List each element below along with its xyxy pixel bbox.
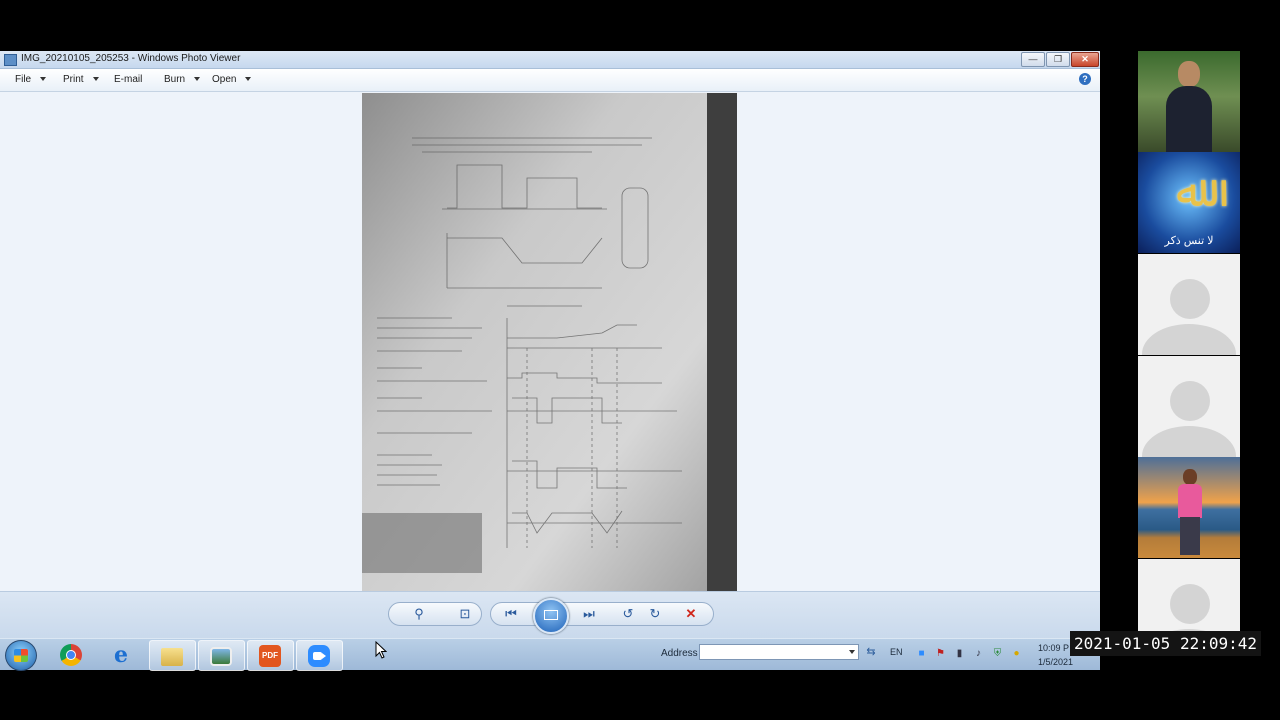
photo-viewer-taskbar-icon (210, 647, 232, 666)
chevron-down-icon (194, 77, 201, 82)
viewer-toolbar: ⚲ ⊡ ⏮ ⏭ ↺ ↻ ✕ (0, 591, 1100, 639)
zoom-tray-icon[interactable]: ■ (916, 648, 927, 659)
pdf-icon: PDF (259, 645, 281, 667)
internet-explorer-icon: e (114, 642, 128, 668)
participant-image-2[interactable]: ﷲ لا تنس ذكر (1138, 152, 1240, 253)
rotate-clockwise-icon[interactable]: ↻ (646, 606, 664, 621)
help-icon[interactable]: ? (1079, 73, 1091, 85)
action-center-icon[interactable]: ⚑ (935, 648, 946, 659)
avatar-placeholder-icon (1170, 279, 1210, 319)
participant-placeholder-6[interactable] (1138, 559, 1240, 631)
restore-button[interactable]: ❐ (1046, 52, 1070, 67)
avatar-placeholder-icon (1170, 381, 1210, 421)
delete-icon[interactable]: ✕ (682, 606, 700, 621)
mouse-cursor-icon (375, 641, 387, 659)
windows-logo-icon (14, 649, 28, 662)
menu-open-label: Open (212, 74, 237, 85)
menu-print-label: Print (63, 74, 84, 85)
chevron-down-icon[interactable] (849, 650, 855, 654)
language-indicator[interactable]: EN (890, 647, 903, 657)
chevron-down-icon (40, 77, 47, 82)
handwritten-page-image (362, 93, 737, 591)
address-label: Address (661, 648, 698, 659)
photo-viewer-icon (4, 54, 17, 66)
zoom-app-icon (308, 645, 330, 667)
participant-face (1178, 61, 1200, 87)
participant-body (1166, 86, 1212, 152)
security-icon[interactable]: ⛨ (992, 648, 1003, 659)
window-title: IMG_20210105_205253 - Windows Photo View… (21, 53, 241, 64)
actual-size-icon[interactable]: ⊡ (456, 606, 474, 621)
menu-file[interactable]: File (15, 74, 47, 85)
go-arrows-icon[interactable]: ⇆ (864, 645, 878, 659)
participant-legs (1180, 517, 1200, 555)
menu-open[interactable]: Open (212, 74, 252, 85)
menu-file-label: File (15, 74, 32, 85)
menu-bar: File Print E-mail Burn Open ? (0, 69, 1100, 92)
previous-icon[interactable]: ⏮ (502, 606, 520, 621)
avatar-placeholder-body (1142, 426, 1236, 457)
participant-video-5[interactable] (1138, 457, 1240, 558)
taskbar-photo-viewer[interactable] (198, 640, 245, 671)
address-input[interactable] (699, 644, 859, 660)
rotate-counterclockwise-icon[interactable]: ↺ (619, 606, 637, 621)
close-button[interactable]: ✕ (1071, 52, 1099, 67)
network-icon[interactable]: ▮ (954, 648, 965, 659)
taskbar-zoom[interactable] (296, 640, 343, 671)
clock-date: 1/5/2021 (1038, 657, 1074, 667)
participant-caption: لا تنس ذكر (1164, 235, 1214, 247)
timestamp-overlay: 2021-01-05 22:09:42 (1070, 631, 1261, 656)
avatar-placeholder-icon (1170, 584, 1210, 624)
navigation-group (490, 602, 714, 626)
participant-placeholder-4[interactable] (1138, 356, 1240, 457)
avatar-placeholder-body (1142, 629, 1236, 631)
windows-taskbar: e PDF Address ⇆ EN ■ ⚑ ▮ ♪ ⛨ ● 10:09 P 1… (0, 638, 1100, 671)
calligraphy-image: ﷲ (1176, 166, 1202, 217)
menu-email-label: E-mail (114, 74, 143, 85)
chevron-down-icon (245, 77, 252, 82)
folder-icon (161, 648, 183, 666)
start-button[interactable] (5, 640, 37, 671)
participant-placeholder-3[interactable] (1138, 254, 1240, 355)
participant-body (1178, 484, 1202, 518)
slideshow-icon (544, 610, 558, 620)
menu-print[interactable]: Print (63, 74, 99, 85)
participant-face (1183, 469, 1197, 485)
zoom-icon[interactable]: ⚲ (410, 606, 428, 621)
slideshow-button[interactable] (533, 598, 569, 634)
participant-video-1[interactable] (1138, 51, 1240, 152)
photo-viewer-window: IMG_20210105_205253 - Windows Photo View… (0, 51, 1100, 639)
menu-burn[interactable]: Burn (164, 74, 201, 85)
taskbar-internet-explorer[interactable]: e (99, 640, 144, 669)
menu-burn-label: Burn (164, 74, 186, 85)
displayed-photo (362, 93, 737, 591)
menu-email[interactable]: E-mail (114, 74, 142, 85)
title-bar[interactable]: IMG_20210105_205253 - Windows Photo View… (0, 51, 1100, 69)
update-icon[interactable]: ● (1011, 648, 1022, 659)
minimize-button[interactable]: — (1021, 52, 1045, 67)
volume-icon[interactable]: ♪ (973, 648, 984, 659)
chevron-down-icon (92, 77, 99, 82)
image-canvas (0, 92, 1100, 591)
taskbar-pdf-reader[interactable]: PDF (247, 640, 294, 671)
chrome-icon (60, 644, 82, 666)
taskbar-chrome[interactable] (49, 640, 94, 669)
taskbar-explorer[interactable] (149, 640, 196, 671)
avatar-placeholder-body (1142, 324, 1236, 355)
next-icon[interactable]: ⏭ (580, 606, 598, 621)
